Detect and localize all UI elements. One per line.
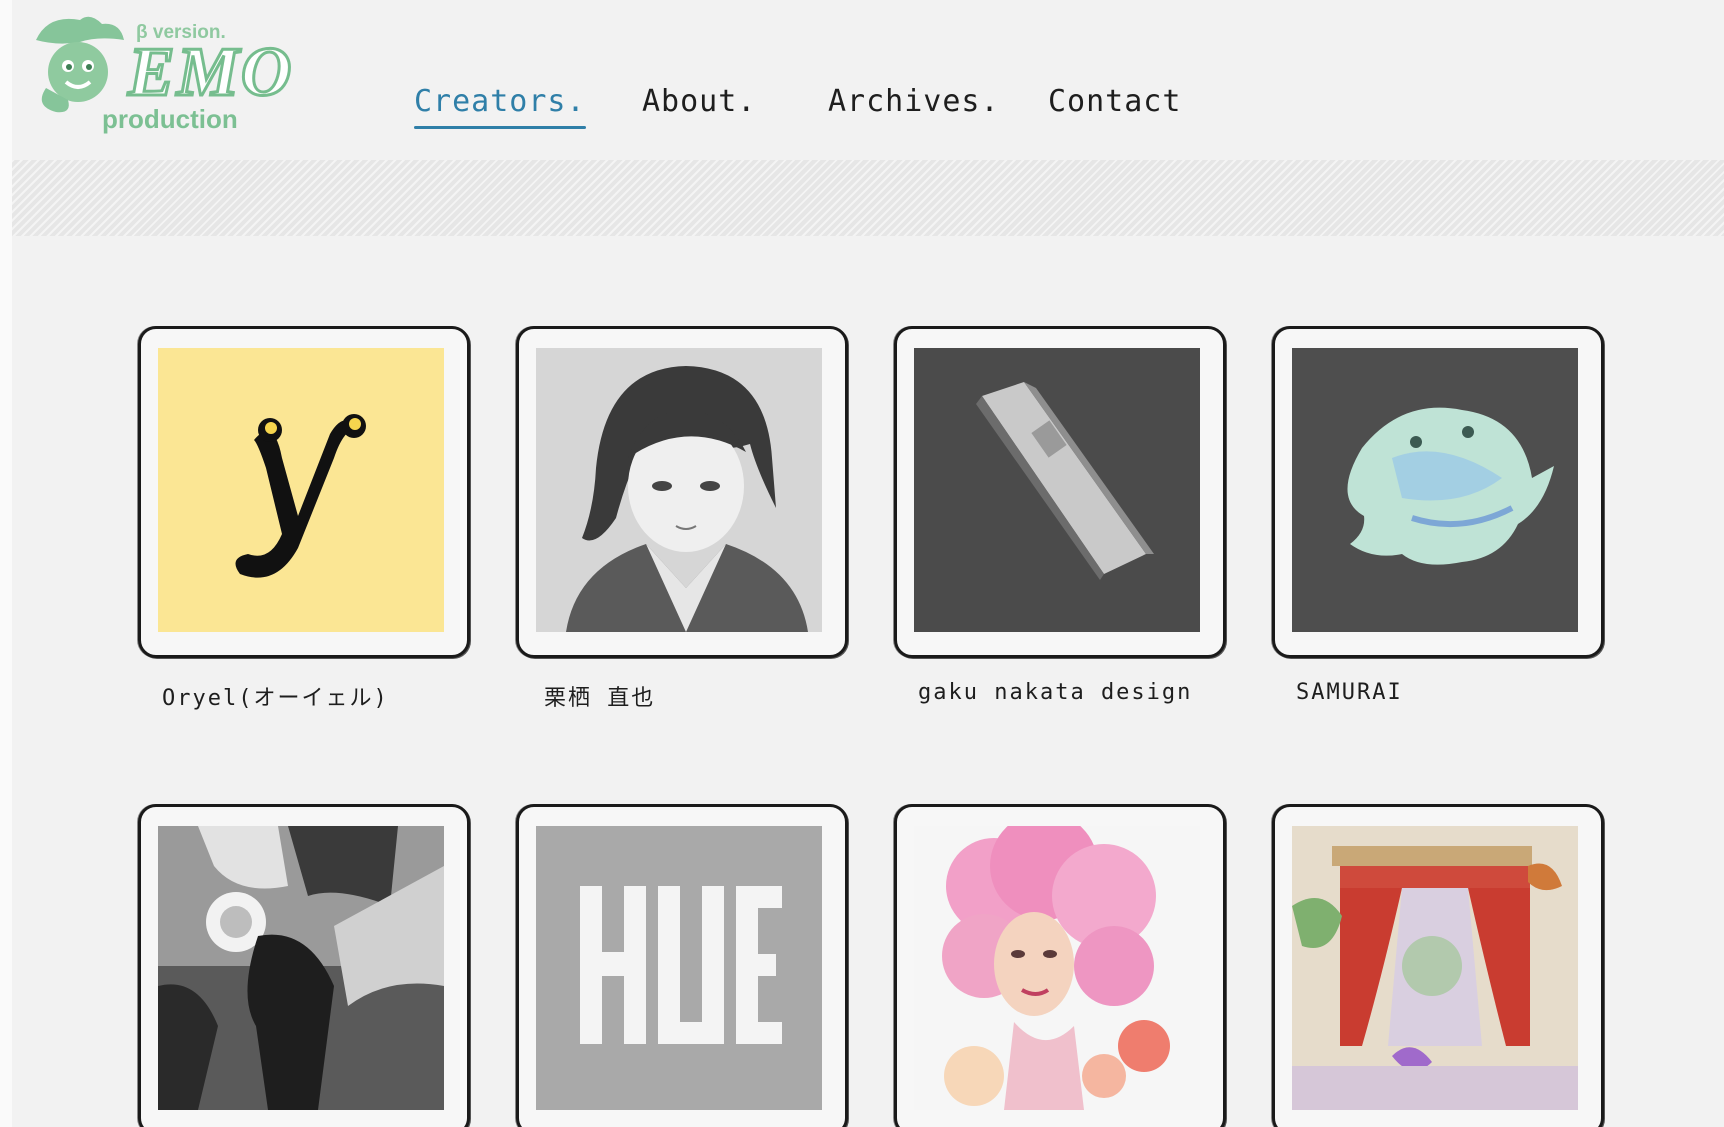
creator-card-samurai[interactable] (1272, 326, 1604, 658)
product-box-image (914, 348, 1200, 632)
creator-card-kurisu[interactable] (516, 326, 848, 658)
active-underline (414, 126, 586, 129)
nav-contact-label: Contact (1048, 84, 1182, 119)
creator-name[interactable]: Oryel(オーイェル) (162, 680, 389, 712)
nav-creators[interactable]: Creators. (414, 84, 586, 129)
page-edge (0, 0, 12, 1127)
manga-girl-image (536, 348, 822, 632)
creator-thumbnail (158, 826, 444, 1110)
page: β version. EMO production Creators. Abou… (0, 0, 1724, 1127)
hue-logo-image (536, 826, 822, 1110)
creator-name[interactable]: 栗栖 直也 (544, 680, 655, 712)
creator-name[interactable]: gaku nakata design (918, 680, 1192, 705)
nav-about[interactable]: About. (642, 84, 756, 119)
creator-thumbnail (1292, 348, 1578, 632)
creator-card-6[interactable] (516, 804, 848, 1127)
glass-fish-image (1292, 348, 1578, 632)
creator-card-8[interactable] (1272, 804, 1604, 1127)
creator-card-oryel[interactable] (138, 326, 470, 658)
nav-archives[interactable]: Archives. (828, 84, 1000, 119)
main-nav: Creators. About. Archives. Contact (0, 0, 1724, 150)
nav-archives-label: Archives. (828, 84, 1000, 119)
creator-card-5[interactable] (138, 804, 470, 1127)
creator-thumbnail (536, 826, 822, 1110)
striped-banner (12, 160, 1724, 236)
creator-name[interactable]: SAMURAI (1296, 680, 1403, 705)
pink-hair-portrait-image (914, 826, 1200, 1110)
site-header: β version. EMO production Creators. Abou… (0, 0, 1724, 160)
robot-helmet-image (158, 826, 444, 1110)
creator-card-7[interactable] (894, 804, 1226, 1127)
y-logo-image (158, 348, 444, 632)
creator-thumbnail (158, 348, 444, 632)
creator-thumbnail (914, 348, 1200, 632)
creator-thumbnail (536, 348, 822, 632)
red-curtain-collage-image (1292, 826, 1578, 1110)
creator-card-gaku-nakata[interactable] (894, 326, 1226, 658)
creator-thumbnail (1292, 826, 1578, 1110)
nav-creators-label: Creators. (414, 84, 586, 119)
creator-thumbnail (914, 826, 1200, 1110)
nav-contact[interactable]: Contact (1048, 84, 1181, 119)
nav-about-label: About. (642, 84, 757, 119)
